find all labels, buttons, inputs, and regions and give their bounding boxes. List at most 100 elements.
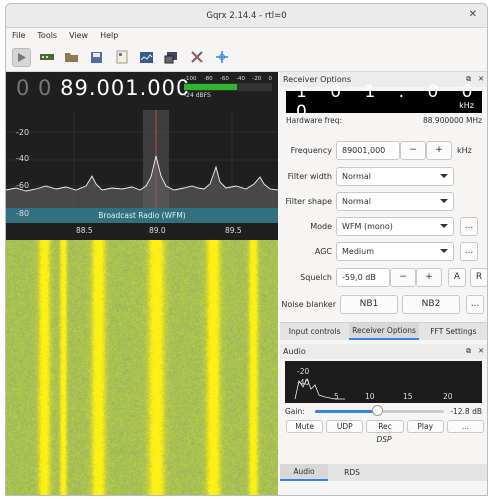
x-tick: 89.5 xyxy=(225,226,242,235)
menu-help[interactable]: Help xyxy=(100,31,118,40)
audio-header: Audio ⧉ ✕ xyxy=(280,344,487,359)
mode-select[interactable]: WFM (mono) xyxy=(336,216,454,236)
mode-options-button[interactable]: ... xyxy=(460,216,478,236)
frequency-input[interactable]: 89001,000 xyxy=(336,140,400,160)
frequency-increase-button[interactable]: + xyxy=(426,140,452,160)
tab-rds[interactable]: RDS xyxy=(328,464,376,481)
mode-row: Mode WFM (mono) ... xyxy=(280,216,487,236)
udp-button[interactable]: UDP xyxy=(326,420,364,433)
mode-label: Mode xyxy=(310,221,332,231)
frequency-decrease-button[interactable]: − xyxy=(400,140,426,160)
dock-tabs: Input controls Receiver Options FFT Sett… xyxy=(280,322,487,340)
nb1-button[interactable]: NB1 xyxy=(340,294,398,314)
play-icon[interactable] xyxy=(12,47,31,67)
device-icon[interactable] xyxy=(37,48,56,67)
bandplan-label: Broadcast Radio (WFM) xyxy=(98,211,186,220)
menu-tools[interactable]: Tools xyxy=(37,31,57,40)
open-icon[interactable] xyxy=(62,48,81,67)
signal-meter: -100 -80 -60 -40 -20 0 -24 dBFS xyxy=(184,76,272,99)
title-bar: Gqrx 2.14.4 - rtl=0 ✕ xyxy=(6,4,487,28)
mode-value: WFM (mono) xyxy=(342,221,393,231)
frequency-axis: 88.5 89.0 89.5 xyxy=(6,223,278,240)
tab-audio[interactable]: Audio xyxy=(280,464,328,481)
save-icon[interactable] xyxy=(87,48,106,67)
close-icon[interactable]: ✕ xyxy=(478,347,484,356)
squelch-auto-button[interactable]: A xyxy=(448,267,466,287)
noise-blanker-label: Noise blanker xyxy=(281,299,336,309)
chevron-down-icon xyxy=(440,199,448,203)
meter-label: -60 xyxy=(219,76,229,82)
agc-options-button[interactable]: ... xyxy=(460,241,478,261)
nb2-button[interactable]: NB2 xyxy=(402,294,460,314)
gain-slider[interactable] xyxy=(314,405,445,416)
chevron-down-icon xyxy=(440,224,448,228)
audio-title: Audio xyxy=(283,347,306,356)
meter-label: -80 xyxy=(203,76,213,82)
y-tick: -60 xyxy=(16,181,30,190)
frequency-unit: kHz xyxy=(457,145,472,155)
filter-shape-label: Filter shape xyxy=(285,196,333,206)
frequency-display[interactable]: 0 0 89.001.000 xyxy=(16,76,190,100)
waterfall[interactable] xyxy=(6,240,278,495)
filter-shape-value: Normal xyxy=(342,196,371,206)
tools-icon[interactable] xyxy=(187,48,206,67)
squelch-input[interactable]: -59,0 dB xyxy=(336,267,390,287)
squelch-reset-button[interactable]: R xyxy=(470,267,487,287)
spectrum-panel: 0 0 89.001.000 -100 -80 -60 -40 -20 0 -2… xyxy=(6,72,278,495)
gain-slider-handle[interactable] xyxy=(371,405,383,416)
fft-icon[interactable] xyxy=(137,48,156,67)
chevron-down-icon xyxy=(440,249,448,253)
scope-y-tick: -20 xyxy=(297,367,310,376)
fft-plot[interactable]: 0 0 89.001.000 -100 -80 -60 -40 -20 0 -2… xyxy=(6,72,278,240)
filter-shape-select[interactable]: Normal xyxy=(336,191,454,211)
agc-select[interactable]: Medium xyxy=(336,241,454,261)
offset-lcd[interactable]: 1 0 1 . 0 0 0 kHz xyxy=(286,82,482,122)
bookmark-icon[interactable] xyxy=(112,48,131,67)
scope-x-tick: 10 xyxy=(365,392,375,401)
meter-label: -100 xyxy=(184,76,197,82)
filter-width-row: Filter width Normal xyxy=(280,166,487,186)
gain-row: Gain: -12.8 dB xyxy=(285,405,482,416)
filter-shape-row: Filter shape Normal xyxy=(280,191,487,211)
network-icon[interactable] xyxy=(162,48,181,67)
chevron-down-icon xyxy=(440,174,448,178)
rec-button[interactable]: Rec xyxy=(366,420,404,433)
audio-fft-plot: -20 -40 5 10 15 20 xyxy=(285,361,482,403)
gain-slider-fill xyxy=(314,410,377,413)
gain-label: Gain: xyxy=(285,407,305,416)
filter-width-select[interactable]: Normal xyxy=(336,166,454,186)
squelch-increase-button[interactable]: + xyxy=(416,267,442,287)
y-tick: -80 xyxy=(16,209,30,218)
agc-label: AGC xyxy=(314,246,332,256)
play-button[interactable]: Play xyxy=(406,420,444,433)
squelch-label: Squelch xyxy=(300,272,332,282)
x-tick: 88.5 xyxy=(76,226,93,235)
tab-input-controls[interactable]: Input controls xyxy=(280,323,349,340)
toolbar xyxy=(6,43,487,72)
float-icon[interactable]: ⧉ xyxy=(466,347,471,356)
meter-dbfs: -24 dBFS xyxy=(184,92,211,99)
nb-options-button[interactable]: ... xyxy=(466,294,484,314)
center-icon[interactable] xyxy=(212,48,231,67)
scope-y-tick: -40 xyxy=(297,378,310,387)
scope-x-tick: 5 xyxy=(334,392,339,401)
audio-panel: Audio ⧉ ✕ -20 -40 5 10 15 20 Gain: -12.8 … xyxy=(280,344,487,444)
tab-receiver-options[interactable]: Receiver Options xyxy=(349,323,419,340)
meter-level xyxy=(184,84,237,90)
meter-label: -40 xyxy=(236,76,246,82)
squelch-decrease-button[interactable]: − xyxy=(390,267,416,287)
filter-width-value: Normal xyxy=(342,171,371,181)
offset-lcd-unit: kHz xyxy=(459,101,474,110)
frequency-label: Frequency xyxy=(290,145,332,155)
agc-row: AGC Medium ... xyxy=(280,241,487,261)
audio-options-button[interactable]: ... xyxy=(446,420,485,433)
filter-width-label: Filter width xyxy=(287,171,332,181)
close-icon[interactable]: ✕ xyxy=(469,9,477,20)
menu-view[interactable]: View xyxy=(69,31,88,40)
agc-value: Medium xyxy=(342,246,374,256)
mute-button[interactable]: Mute xyxy=(286,420,324,433)
x-tick: 89.0 xyxy=(149,226,166,235)
menu-file[interactable]: File xyxy=(12,31,25,40)
tab-fft-settings[interactable]: FFT Settings xyxy=(419,323,487,340)
offset-lcd-value: 1 0 1 . 0 0 0 xyxy=(296,82,482,122)
